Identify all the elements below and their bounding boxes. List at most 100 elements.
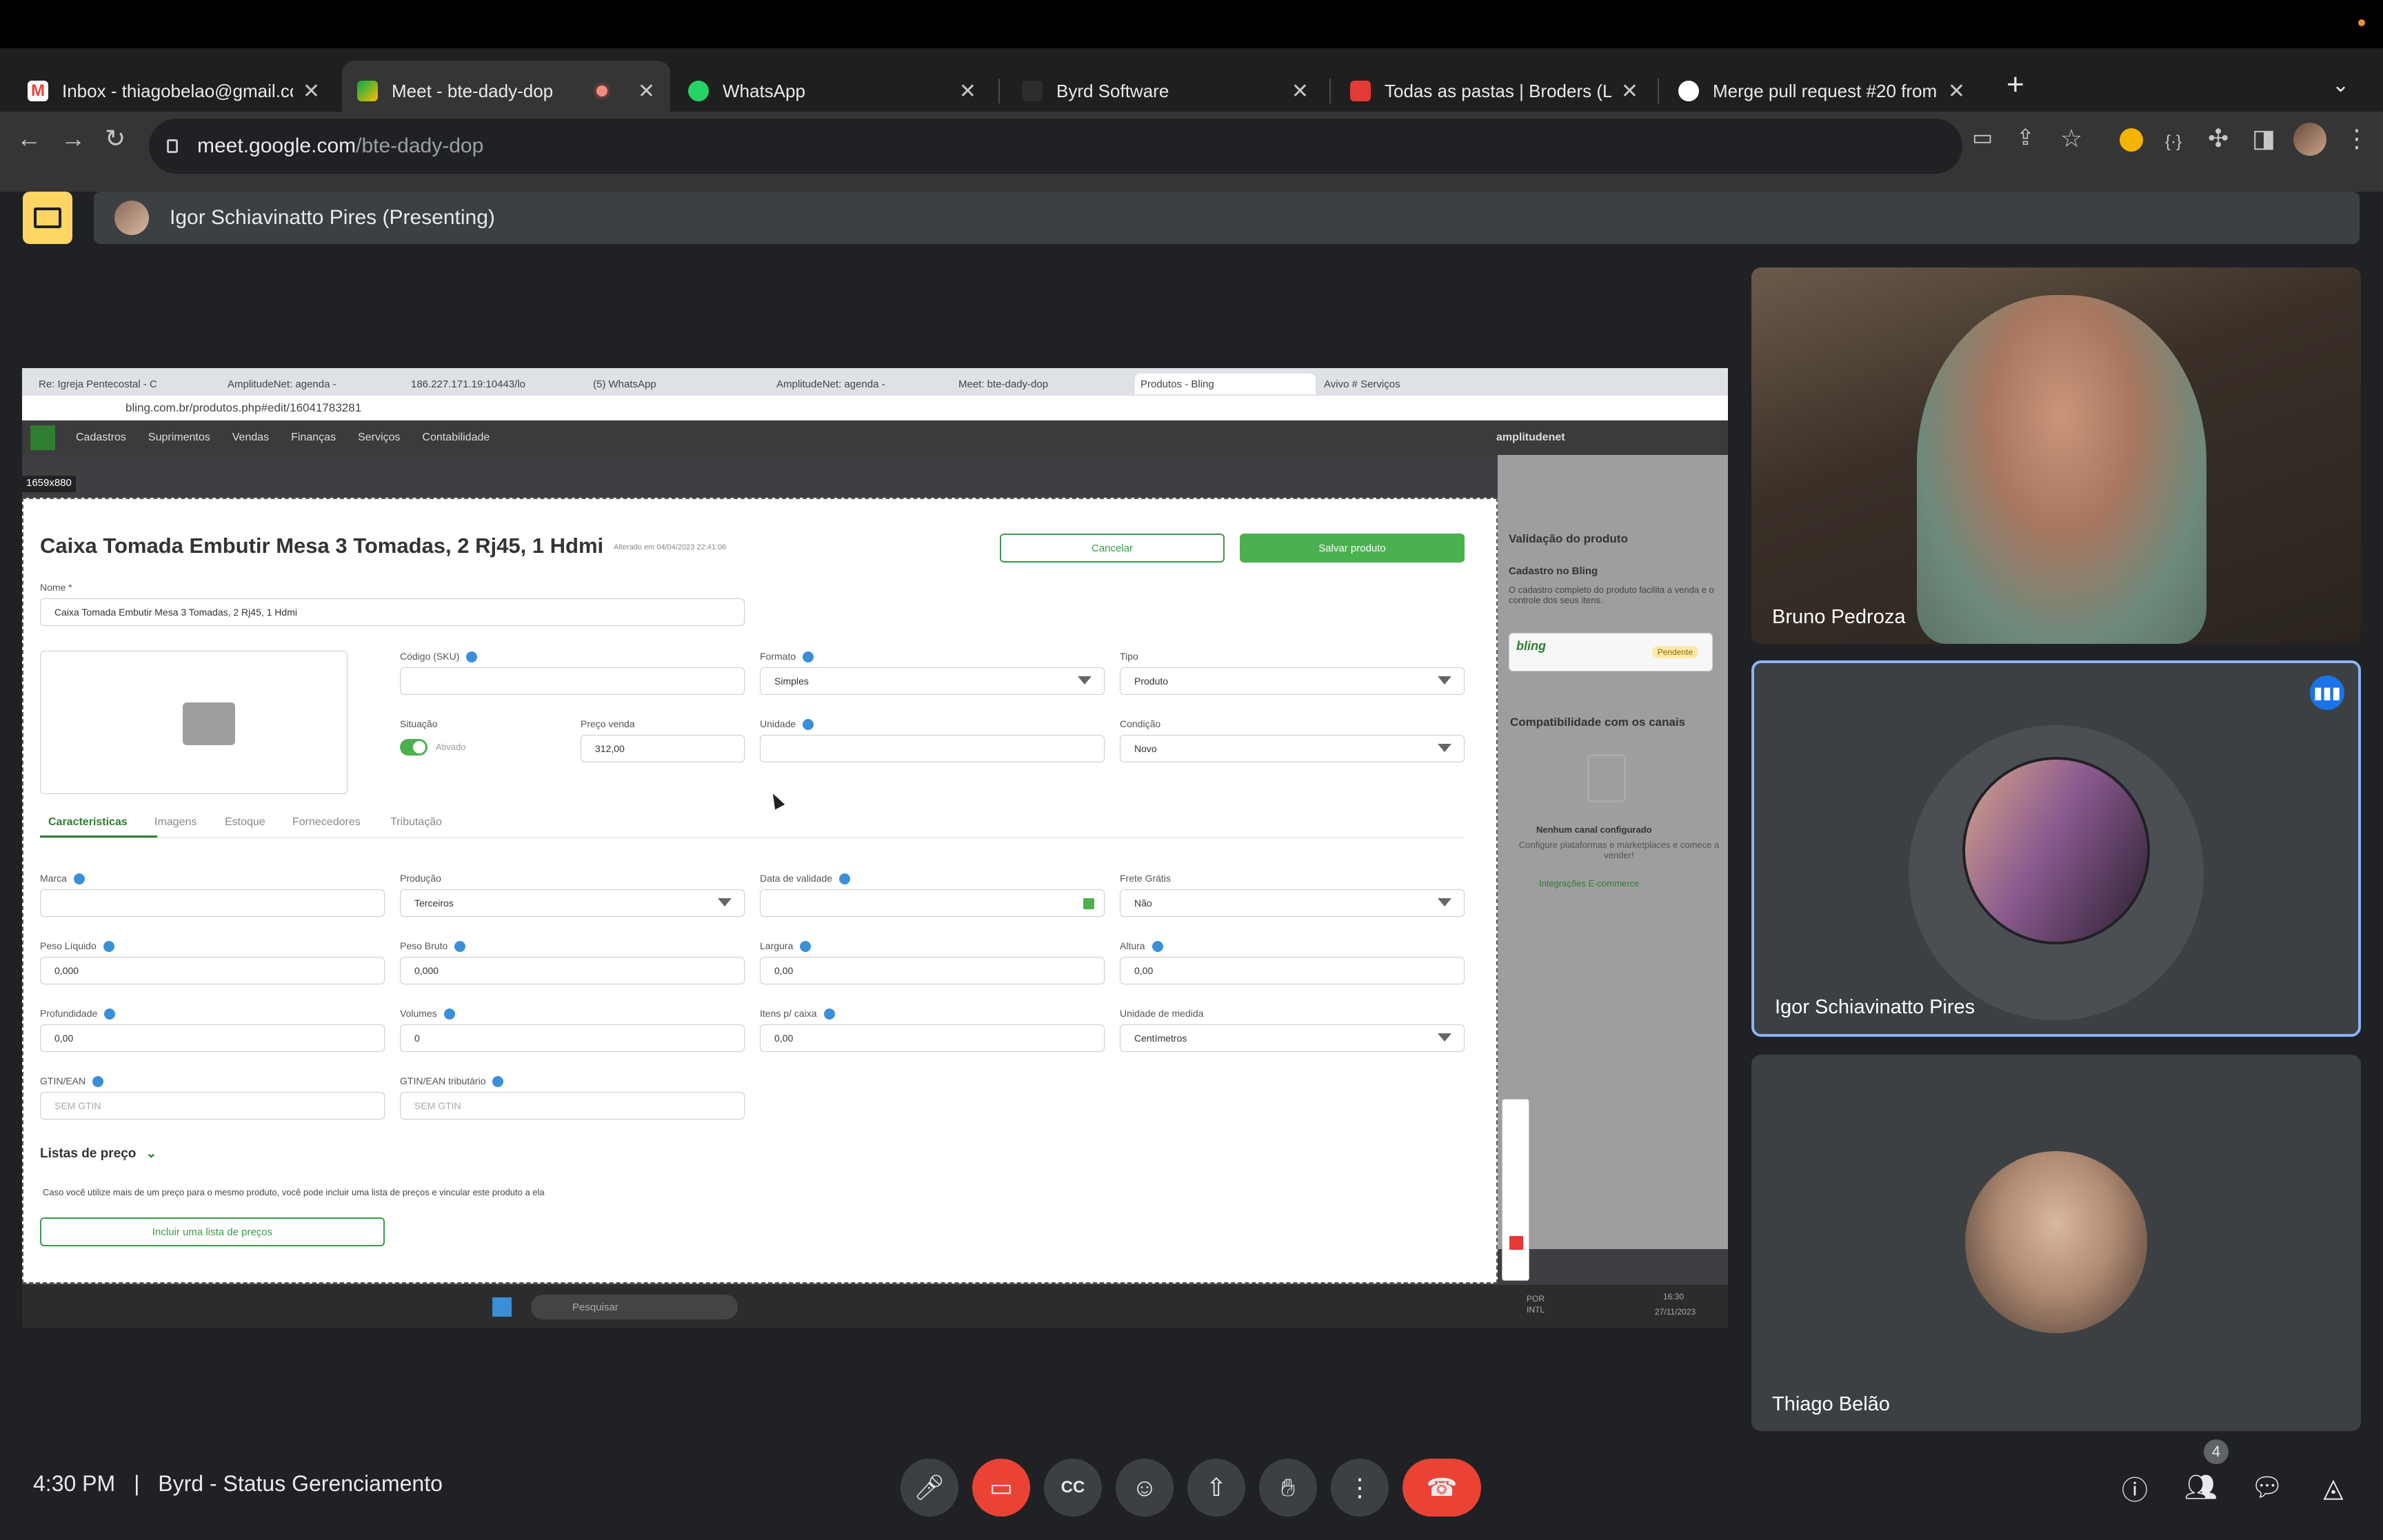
lock-icon (167, 139, 178, 153)
volumes-field: 0 (400, 1024, 745, 1052)
product-form: Caixa Tomada Embutir Mesa 3 Tomadas, 2 R… (22, 498, 1498, 1284)
byrd-icon (1022, 81, 1043, 101)
color-red-swatch (1509, 1236, 1523, 1250)
validation-desc: O cadastro completo do produto facilita … (1509, 585, 1714, 605)
leave-call-button[interactable]: ☎︎ (1402, 1459, 1481, 1517)
marca-label: Marca (40, 873, 85, 885)
url-host: meet.google.com (197, 134, 356, 157)
sku-field (400, 667, 745, 695)
bookmark-star-icon[interactable]: ☆ (2060, 124, 2082, 153)
sidepanel-icon[interactable]: ◨ (2252, 124, 2275, 153)
compat-title: Compatibilidade com os canais (1510, 716, 1686, 729)
forward-icon[interactable]: → (61, 124, 86, 153)
camera-icon[interactable]: ▭ (1972, 124, 1993, 150)
close-icon[interactable]: ✕ (1291, 79, 1309, 103)
altered-date: Alterado em 04/04/2023 22:41:06 (614, 543, 727, 551)
nome-field: Caixa Tomada Embutir Mesa 3 Tomadas, 2 R… (40, 598, 745, 626)
cancel-button: Cancelar (1000, 534, 1225, 563)
situacao-toggle (400, 739, 428, 756)
windows-start-icon (492, 1297, 512, 1317)
back-icon[interactable]: ← (17, 124, 41, 153)
close-icon[interactable]: ✕ (959, 79, 976, 103)
participant-video (1917, 295, 2206, 644)
shared-address-bar: bling.com.br/produtos.php#edit/160417832… (22, 396, 1728, 421)
presenting-banner: Igor Schiavinatto Pires (Presenting) (94, 192, 2360, 244)
close-icon[interactable]: ✕ (303, 79, 320, 103)
peso-liquido-label: Peso Líquido (40, 940, 114, 953)
meeting-details-icon[interactable]: ⓘ (2111, 1464, 2158, 1511)
whatsapp-icon (688, 81, 709, 101)
shared-screen: Re: Igreja Pentecostal - C AmplitudeNet:… (22, 368, 1728, 1328)
camera-off-button[interactable]: ▭ (972, 1459, 1030, 1517)
tab-title: WhatsApp (723, 80, 805, 101)
participant-tile[interactable]: Bruno Pedroza (1751, 267, 2361, 644)
status-dot (2358, 19, 2365, 26)
address-bar[interactable]: meet.google.com /bte-dady-dop (149, 119, 1962, 174)
profile-avatar[interactable] (2293, 123, 2326, 156)
tab-title: Merge pull request #20 from b (1713, 80, 1938, 101)
participant-name: Bruno Pedroza (1772, 606, 1906, 628)
unidade-label: Unidade (760, 718, 814, 731)
largura-field: 0,00 (760, 957, 1105, 984)
product-title: Caixa Tomada Embutir Mesa 3 Tomadas, 2 R… (40, 534, 604, 558)
stop-presenting-icon[interactable] (23, 192, 72, 244)
bling-logo (30, 425, 55, 450)
recording-icon (593, 83, 610, 99)
close-icon[interactable]: ✕ (1621, 79, 1638, 103)
itens-label: Itens p/ caixa (760, 1008, 835, 1020)
close-icon[interactable]: ✕ (1948, 79, 1965, 103)
no-channel: Nenhum canal configurado (1536, 824, 1652, 835)
captions-button[interactable]: CC (1044, 1459, 1102, 1517)
share-icon[interactable]: ⇪ (2016, 124, 2035, 150)
subtab-caracteristicas: Características (48, 816, 128, 828)
preco-field: 312,00 (581, 735, 745, 762)
bling-brand: bling (1516, 639, 1546, 653)
raise-hand-button[interactable]: ✋︎ (1259, 1459, 1317, 1517)
participant-tile[interactable]: Thiago Belão (1751, 1055, 2361, 1431)
shared-browser-tabs: Re: Igreja Pentecostal - C AmplitudeNet:… (22, 368, 1728, 396)
image-placeholder (40, 651, 348, 794)
peso-liquido-field: 0,000 (40, 957, 385, 984)
largura-label: Largura (760, 940, 812, 953)
present-button[interactable]: ⇧ (1187, 1459, 1245, 1517)
validation-title: Validação do produto (1509, 532, 1628, 545)
tab-title: Byrd Software (1056, 80, 1169, 101)
tab-search-chevron-icon[interactable]: ⌄ (2332, 73, 2349, 97)
new-tab-button[interactable]: + (2007, 68, 2024, 102)
gtin-trib-label: GTIN/EAN tributário (400, 1075, 504, 1088)
activities-icon[interactable]: ◬ (2310, 1464, 2357, 1511)
chat-icon[interactable]: 💬︎ (2244, 1464, 2291, 1511)
broders-icon (1350, 81, 1371, 101)
shared-tab: Re: Igreja Pentecostal - C (39, 378, 157, 390)
menu-dots-icon[interactable]: ⋮ (2344, 124, 2369, 153)
reload-icon[interactable]: ↻ (105, 124, 125, 153)
more-options-button[interactable]: ⋮ (1331, 1459, 1389, 1517)
microphone-button[interactable]: 🎤︎ (901, 1459, 958, 1517)
extension-braces-icon[interactable]: {·} (2165, 132, 2182, 152)
no-channel-desc: Configure plataformas e marketplaces e c… (1518, 840, 1720, 860)
subtab-fornecedores: Fornecedores (292, 816, 361, 828)
participant-tile-active[interactable]: ▮▮▮ Igor Schiavinatto Pires (1751, 660, 2361, 1037)
volumes-label: Volumes (400, 1008, 455, 1020)
formato-label: Formato (760, 651, 814, 663)
avatar (1962, 757, 2150, 944)
nome-label: Nome * (40, 582, 72, 593)
emoji-button[interactable]: ☺ (1116, 1459, 1174, 1517)
tipo-label: Tipo (1120, 651, 1138, 662)
chevron-down-icon: ⌄ (145, 1146, 157, 1161)
close-icon[interactable]: ✕ (638, 79, 655, 103)
bling-nav: Cadastros Suprimentos Vendas Finanças Se… (22, 421, 1728, 455)
github-icon (1678, 81, 1699, 101)
gtin-trib-field: SEM GTIN (400, 1092, 745, 1119)
presenter-avatar (114, 201, 149, 235)
peso-bruto-label: Peso Bruto (400, 940, 466, 953)
extension-icon[interactable] (2120, 128, 2143, 152)
people-icon[interactable]: 👥︎ (2178, 1464, 2224, 1511)
validade-label: Data de validade (760, 873, 851, 885)
tab-title: Inbox - thiagobelao@gmail.co (62, 80, 293, 101)
peso-bruto-field: 0,000 (400, 957, 745, 984)
avatar (1965, 1151, 2147, 1333)
puzzle-icon[interactable]: ✣ (2208, 124, 2229, 153)
mouse-cursor-icon (767, 791, 785, 810)
unidade-field (760, 735, 1105, 762)
